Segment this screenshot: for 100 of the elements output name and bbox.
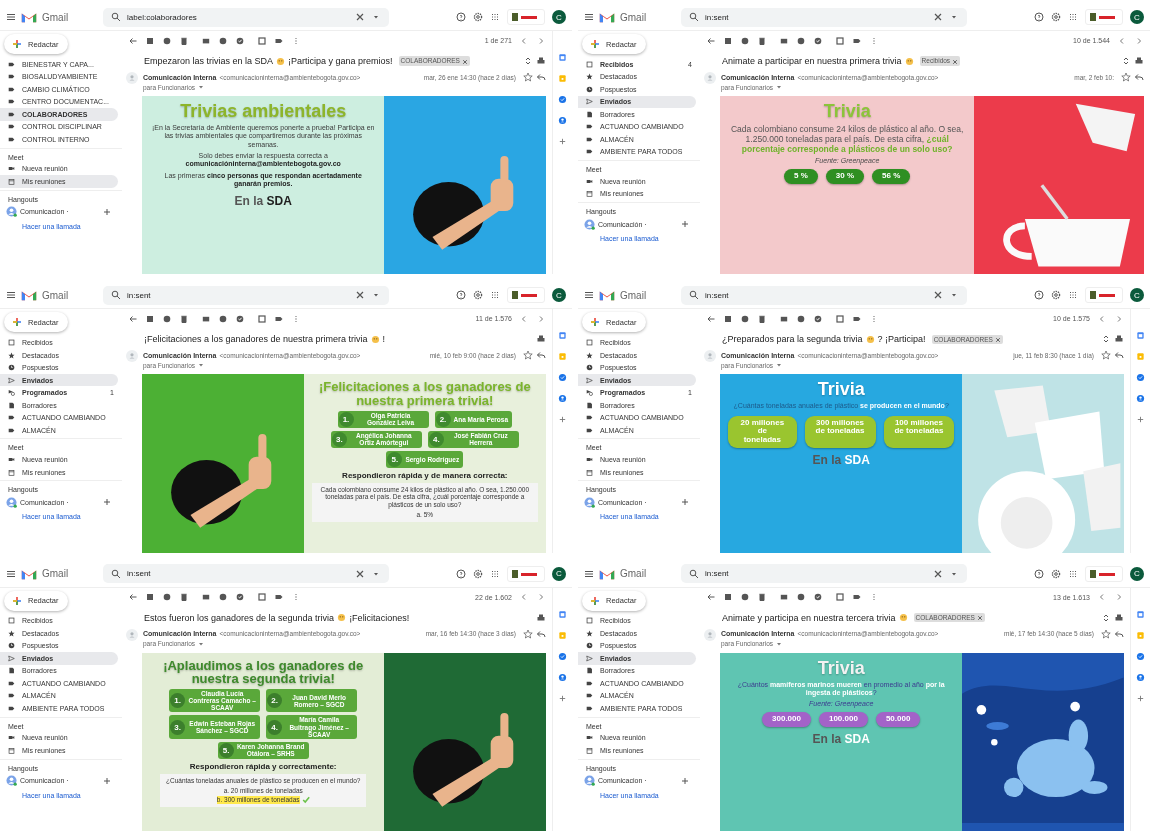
remove-icon[interactable] xyxy=(994,336,1001,343)
plus-icon[interactable] xyxy=(680,219,690,229)
plus-icon[interactable] xyxy=(558,415,567,425)
expand-icon[interactable] xyxy=(523,56,533,66)
tasks-icon[interactable] xyxy=(1136,651,1145,661)
back-arrow-icon[interactable] xyxy=(706,313,716,324)
plus-icon[interactable] xyxy=(680,497,690,508)
star-icon[interactable] xyxy=(1101,350,1111,361)
search-icon[interactable] xyxy=(111,12,121,22)
close-icon[interactable] xyxy=(933,12,943,22)
account-avatar[interactable]: C xyxy=(1130,566,1144,581)
close-icon[interactable] xyxy=(355,12,365,22)
account-avatar[interactable]: C xyxy=(552,288,566,303)
plus-icon[interactable] xyxy=(1136,415,1145,425)
settings-icon[interactable] xyxy=(473,568,483,579)
reply-icon[interactable] xyxy=(1114,628,1124,639)
delete-icon[interactable] xyxy=(179,35,189,46)
plus-icon[interactable] xyxy=(590,595,600,606)
star-icon[interactable] xyxy=(523,628,533,639)
print-icon[interactable] xyxy=(536,56,546,66)
search-input[interactable]: in:sent xyxy=(127,569,349,579)
delete-icon[interactable] xyxy=(757,35,767,46)
delete-icon[interactable] xyxy=(757,313,767,324)
search-icon[interactable] xyxy=(689,568,699,579)
search-input[interactable]: in:sent xyxy=(705,290,927,300)
account-avatar[interactable]: C xyxy=(1130,288,1144,303)
search-field[interactable]: label:colaboradores xyxy=(103,7,389,27)
apps-icon[interactable] xyxy=(490,12,500,22)
print-icon[interactable] xyxy=(536,334,546,345)
settings-icon[interactable] xyxy=(473,12,483,22)
search-input[interactable]: in:sent xyxy=(705,569,927,579)
help-icon[interactable] xyxy=(456,290,466,301)
search-input[interactable]: in:sent xyxy=(705,12,927,22)
remove-icon[interactable] xyxy=(461,58,468,65)
apps-icon[interactable] xyxy=(1068,568,1078,579)
search-icon[interactable] xyxy=(689,290,699,301)
calendar-icon[interactable] xyxy=(558,609,567,619)
task-icon[interactable] xyxy=(235,313,245,324)
reply-icon[interactable] xyxy=(536,72,546,82)
settings-icon[interactable] xyxy=(1051,290,1061,301)
plus-icon[interactable] xyxy=(12,317,22,328)
plus-icon[interactable] xyxy=(680,775,690,786)
remove-icon[interactable] xyxy=(952,58,959,65)
search-field[interactable]: in:sent xyxy=(103,285,389,305)
task-icon[interactable] xyxy=(235,35,245,46)
menu-icon[interactable] xyxy=(584,12,594,22)
print-icon[interactable] xyxy=(1114,334,1124,345)
plus-icon[interactable] xyxy=(1136,693,1145,703)
calendar-icon[interactable] xyxy=(1136,331,1145,341)
print-icon[interactable] xyxy=(1134,56,1144,66)
apps-icon[interactable] xyxy=(490,568,500,579)
plus-icon[interactable] xyxy=(558,137,567,146)
close-icon[interactable] xyxy=(933,290,943,301)
help-icon[interactable] xyxy=(1034,290,1044,301)
delete-icon[interactable] xyxy=(179,313,189,324)
contacts-icon[interactable] xyxy=(558,672,567,682)
back-arrow-icon[interactable] xyxy=(706,35,716,46)
search-input[interactable]: in:sent xyxy=(127,290,349,300)
calendar-icon[interactable] xyxy=(558,331,567,341)
print-icon[interactable] xyxy=(1114,612,1124,623)
contacts-icon[interactable] xyxy=(1136,394,1145,404)
star-icon[interactable] xyxy=(523,72,533,82)
delete-icon[interactable] xyxy=(179,592,189,603)
close-icon[interactable] xyxy=(355,290,365,301)
menu-icon[interactable] xyxy=(6,568,16,579)
expand-icon[interactable] xyxy=(1101,612,1111,623)
apps-icon[interactable] xyxy=(1068,12,1078,22)
search-input[interactable]: label:colaboradores xyxy=(127,12,349,22)
help-icon[interactable] xyxy=(456,12,466,22)
close-icon[interactable] xyxy=(933,568,943,579)
account-avatar[interactable]: C xyxy=(1130,10,1144,24)
menu-icon[interactable] xyxy=(584,568,594,579)
search-icon[interactable] xyxy=(111,568,121,579)
contacts-icon[interactable] xyxy=(1136,672,1145,682)
apps-icon[interactable] xyxy=(490,290,500,301)
account-avatar[interactable]: C xyxy=(552,566,566,581)
settings-icon[interactable] xyxy=(1051,12,1061,22)
star-icon[interactable] xyxy=(523,350,533,361)
plus-icon[interactable] xyxy=(12,39,22,49)
task-icon[interactable] xyxy=(235,592,245,603)
help-icon[interactable] xyxy=(1034,12,1044,22)
calendar-icon[interactable] xyxy=(1136,609,1145,619)
tasks-icon[interactable] xyxy=(558,95,567,104)
task-icon[interactable] xyxy=(813,35,823,46)
search-field[interactable]: in:sent xyxy=(103,564,389,584)
tasks-icon[interactable] xyxy=(1136,373,1145,383)
remove-icon[interactable] xyxy=(976,615,983,622)
settings-icon[interactable] xyxy=(473,290,483,301)
task-icon[interactable] xyxy=(813,592,823,603)
help-icon[interactable] xyxy=(456,568,466,579)
plus-icon[interactable] xyxy=(590,39,600,49)
calendar-icon[interactable] xyxy=(558,53,567,62)
menu-icon[interactable] xyxy=(584,290,594,301)
search-icon[interactable] xyxy=(111,290,121,301)
task-icon[interactable] xyxy=(813,313,823,324)
plus-icon[interactable] xyxy=(102,775,112,786)
star-icon[interactable] xyxy=(1121,72,1131,82)
search-icon[interactable] xyxy=(689,12,699,22)
star-icon[interactable] xyxy=(1101,628,1111,639)
search-field[interactable]: in:sent xyxy=(681,285,967,305)
